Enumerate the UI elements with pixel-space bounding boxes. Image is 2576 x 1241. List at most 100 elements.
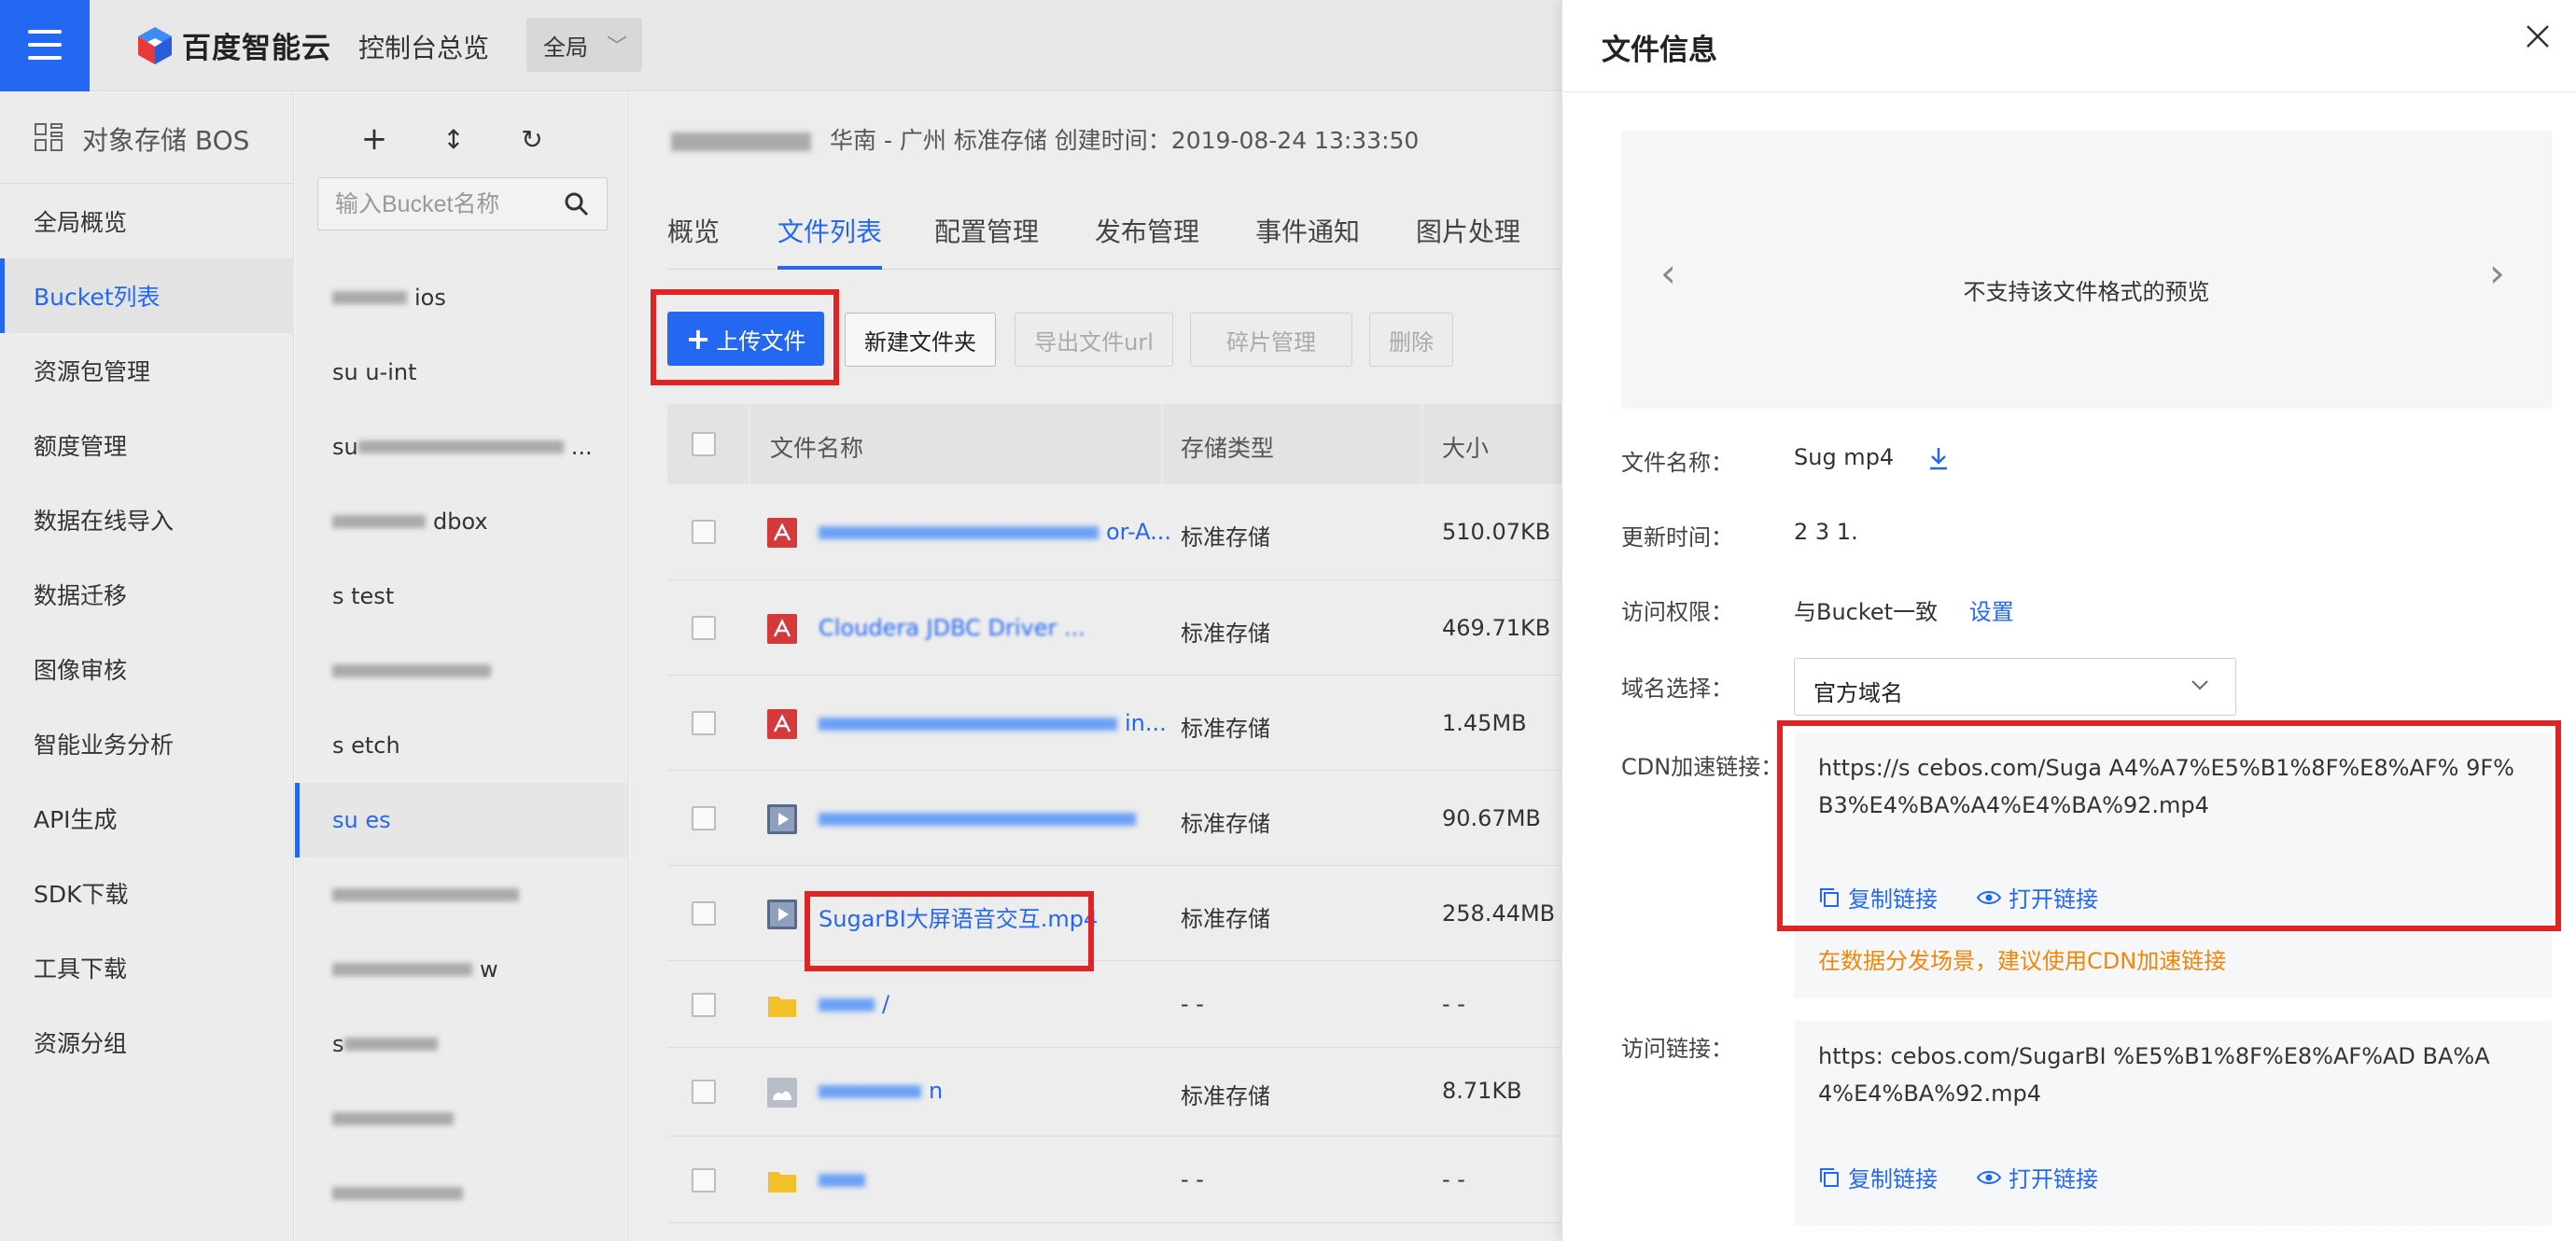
table-row[interactable]: or-A... 标准存储 510.07KB xyxy=(667,484,1561,580)
nav-item-api[interactable]: API生成 xyxy=(0,781,294,856)
nav-item-sdk[interactable]: SDK下载 xyxy=(0,856,294,930)
table-row[interactable]: n 标准存储 8.71KB xyxy=(667,1048,1561,1136)
domain-select-value: 官方域名 xyxy=(1813,680,1903,706)
bucket-item-name: dbox xyxy=(433,509,488,535)
menu-button[interactable] xyxy=(0,0,90,91)
export-url-button[interactable]: 导出文件url xyxy=(1015,313,1173,367)
storage-type: - - xyxy=(1181,1166,1204,1192)
panel-divider xyxy=(1562,91,2576,92)
bucket-item[interactable] xyxy=(295,858,629,932)
tab-file-list[interactable]: 文件列表 xyxy=(777,212,883,270)
row-checkbox[interactable] xyxy=(692,711,716,735)
row-checkbox[interactable] xyxy=(692,806,716,830)
tab-publish[interactable]: 发布管理 xyxy=(1095,212,1199,270)
search-icon[interactable] xyxy=(564,191,590,217)
nav-item-analysis[interactable]: 智能业务分析 xyxy=(0,706,294,781)
select-all-checkbox[interactable] xyxy=(692,432,716,456)
row-checkbox[interactable] xyxy=(692,901,716,926)
url-copy-link[interactable]: 复制链接 xyxy=(1818,1161,1938,1193)
file-name-link[interactable] xyxy=(819,1166,873,1192)
domain-select[interactable]: 官方域名 xyxy=(1794,658,2236,716)
chevron-down-icon: ﹀ xyxy=(607,35,628,59)
storage-type: 标准存储 xyxy=(1181,524,1270,551)
brand-name[interactable]: 百度智能云 xyxy=(182,24,331,66)
bucket-item[interactable] xyxy=(295,1081,629,1156)
baidu-cloud-logo-icon[interactable] xyxy=(134,25,175,66)
copy-icon xyxy=(1820,1167,1839,1187)
nav-item-migration[interactable]: 数据迁移 xyxy=(0,557,294,632)
bucket-item[interactable]: s xyxy=(295,1007,629,1081)
file-size: 258.44MB xyxy=(1442,900,1556,927)
add-bucket-icon[interactable]: + xyxy=(356,120,393,158)
bucket-item[interactable] xyxy=(295,634,629,708)
chevron-right-icon[interactable]: › xyxy=(2489,250,2505,296)
bucket-search-input[interactable] xyxy=(335,188,559,221)
row-checkbox[interactable] xyxy=(692,616,716,640)
bucket-item[interactable]: dbox xyxy=(295,484,629,559)
row-checkbox[interactable] xyxy=(692,1168,716,1192)
new-folder-button[interactable]: 新建文件夹 xyxy=(845,313,996,367)
tab-image-process[interactable]: 图片处理 xyxy=(1416,212,1520,270)
delete-button[interactable]: 删除 xyxy=(1369,313,1453,367)
bucket-item-name: su es xyxy=(332,807,391,833)
row-checkbox[interactable] xyxy=(692,993,716,1017)
nav-item-quota[interactable]: 额度管理 xyxy=(0,408,294,482)
bucket-item[interactable]: s etch xyxy=(295,708,629,783)
region-select[interactable]: 全局 ﹀ xyxy=(526,18,642,72)
highlight-box xyxy=(1777,720,2561,931)
bucket-meta-text: 华南 - 广州 标准存储 创建时间：2019-08-24 13:33:50 xyxy=(830,127,1420,154)
tab-config[interactable]: 配置管理 xyxy=(934,212,1039,270)
nav-item-image-audit[interactable]: 图像审核 xyxy=(0,632,294,706)
table-row[interactable]: / - - - - xyxy=(667,961,1561,1048)
col-storage-type: 存储类型 xyxy=(1181,435,1275,462)
nav-header: 对象存储 BOS xyxy=(0,92,294,184)
label-filename: 文件名称： xyxy=(1621,450,1733,476)
label-access: 访问权限： xyxy=(1621,599,1733,625)
bucket-item-selected[interactable]: su es xyxy=(295,783,629,858)
tab-events[interactable]: 事件通知 xyxy=(1255,212,1360,270)
table-row[interactable]: Cloudera JDBC Driver ... 标准存储 469.71KB xyxy=(667,580,1561,676)
file-size: 90.67MB xyxy=(1442,805,1541,831)
table-row[interactable]: in... 标准存储 1.45MB xyxy=(667,676,1561,771)
console-overview-link[interactable]: 控制台总览 xyxy=(358,28,489,65)
nav-item-resource-group[interactable]: 资源分组 xyxy=(0,1005,294,1080)
access-settings-link[interactable]: 设置 xyxy=(1969,599,2014,625)
bucket-item[interactable]: s test xyxy=(295,559,629,634)
nav-item-resource-package[interactable]: 资源包管理 xyxy=(0,333,294,408)
bucket-item[interactable]: w xyxy=(295,932,629,1007)
close-icon[interactable] xyxy=(2522,21,2554,52)
table-row[interactable]: 标准存储 90.67MB xyxy=(667,771,1561,866)
label-url: 访问链接： xyxy=(1621,1036,1733,1062)
bucket-item[interactable] xyxy=(295,1156,629,1231)
table-row-selected[interactable]: SugarBI大屏语音交互.mp4 标准存储 258.44MB xyxy=(667,866,1561,961)
row-checkbox[interactable] xyxy=(692,520,716,544)
file-name-link[interactable]: Cloudera JDBC Driver ... xyxy=(819,615,1085,641)
nav-item-bucket-list[interactable]: Bucket列表 xyxy=(0,258,294,333)
url-open-link[interactable]: 打开链接 xyxy=(1977,1161,2098,1193)
nav-item-online-import[interactable]: 数据在线导入 xyxy=(0,482,294,557)
fragment-manage-button[interactable]: 碎片管理 xyxy=(1190,313,1352,367)
region-select-value: 全局 xyxy=(543,34,588,61)
file-name-link[interactable] xyxy=(819,805,1143,831)
file-name-link[interactable]: n xyxy=(819,1078,943,1104)
file-name-link[interactable]: in... xyxy=(819,710,1167,736)
download-icon[interactable] xyxy=(1927,446,1950,470)
preview-message: 不支持该文件格式的预览 xyxy=(1963,279,2210,305)
bucket-item[interactable]: su ... xyxy=(295,410,629,484)
sort-icon[interactable]: ↕ xyxy=(435,124,472,155)
file-name-link[interactable]: / xyxy=(819,991,889,1017)
file-info-panel: 文件信息 ‹ 不支持该文件格式的预览 › 文件名称： Sug mp4 更新时间：… xyxy=(1561,0,2576,1241)
refresh-icon[interactable]: ↻ xyxy=(513,124,551,155)
nav-item-tools[interactable]: 工具下载 xyxy=(0,930,294,1005)
file-name-link[interactable]: or-A... xyxy=(819,519,1171,545)
bucket-item[interactable]: ios xyxy=(295,260,629,335)
storage-type: 标准存储 xyxy=(1181,1083,1270,1109)
table-row[interactable]: - - - - xyxy=(667,1136,1561,1223)
nav-item-overview[interactable]: 全局概览 xyxy=(0,184,294,258)
bucket-item-name: su u-int xyxy=(332,359,417,385)
highlight-box xyxy=(651,289,839,385)
bucket-item-name: s test xyxy=(332,583,395,609)
row-checkbox[interactable] xyxy=(692,1080,716,1104)
tab-overview[interactable]: 概览 xyxy=(667,212,720,270)
bucket-item[interactable]: su u-int xyxy=(295,335,629,410)
